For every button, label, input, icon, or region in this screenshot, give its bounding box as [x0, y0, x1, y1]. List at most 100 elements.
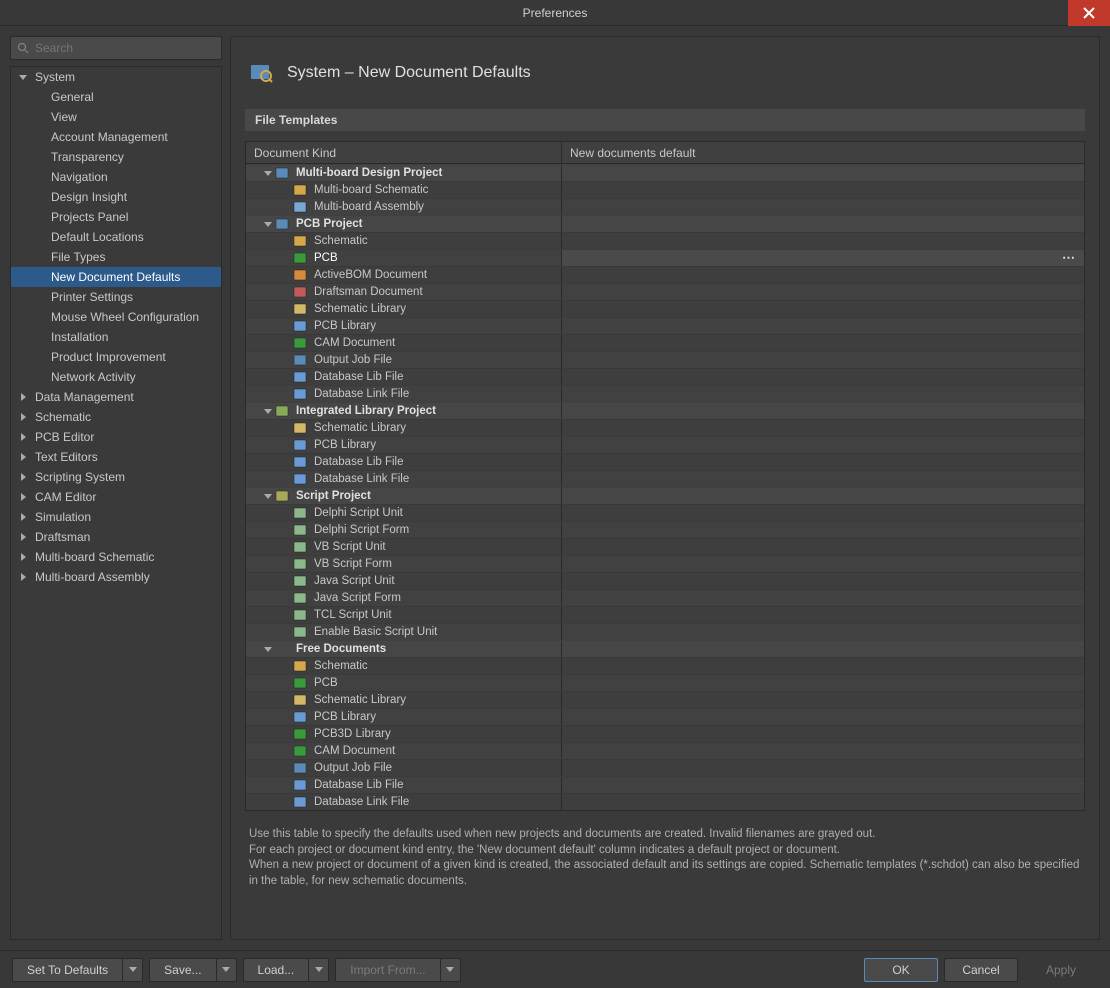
table-row[interactable]: Database Lib File	[246, 776, 1084, 793]
import-dropdown[interactable]	[441, 958, 461, 982]
save-dropdown[interactable]	[217, 958, 237, 982]
column-header-new-default[interactable]: New documents default	[562, 142, 1084, 163]
scriptform-icon	[292, 591, 308, 605]
table-row[interactable]: Database Link File	[246, 793, 1084, 810]
nav-item-multi-board-assembly[interactable]: Multi-board Assembly	[11, 567, 221, 587]
load-dropdown[interactable]	[309, 958, 329, 982]
nav-item-multi-board-schematic[interactable]: Multi-board Schematic	[11, 547, 221, 567]
table-row[interactable]: Enable Basic Script Unit	[246, 623, 1084, 640]
nav-item-general[interactable]: General	[11, 87, 221, 107]
new-default-cell[interactable]: ⋯	[562, 250, 1084, 266]
nav-item-new-document-defaults[interactable]: New Document Defaults	[11, 267, 221, 287]
nav-item-view[interactable]: View	[11, 107, 221, 127]
table-row[interactable]: TCL Script Unit	[246, 606, 1084, 623]
table-row[interactable]: VB Script Form	[246, 555, 1084, 572]
table-row[interactable]: Database Link File	[246, 470, 1084, 487]
nav-item-label: Mouse Wheel Configuration	[51, 310, 199, 324]
table-row[interactable]: Schematic Library	[246, 300, 1084, 317]
row-label: CAM Document	[314, 745, 395, 757]
table-row[interactable]: CAM Document	[246, 334, 1084, 351]
table-row[interactable]: PCB Library	[246, 436, 1084, 453]
close-icon	[1083, 7, 1095, 19]
nav-item-network-activity[interactable]: Network Activity	[11, 367, 221, 387]
close-button[interactable]	[1068, 0, 1110, 26]
nav-item-account-management[interactable]: Account Management	[11, 127, 221, 147]
search-input[interactable]	[35, 41, 215, 55]
group-row[interactable]: PCB Project	[246, 215, 1084, 232]
new-default-cell	[562, 267, 1084, 283]
table-row[interactable]: PCB Library	[246, 317, 1084, 334]
chevron-right-icon	[17, 411, 29, 423]
table-row[interactable]: Schematic	[246, 657, 1084, 674]
table-row[interactable]: Multi-board Schematic	[246, 181, 1084, 198]
nav-item-cam-editor[interactable]: CAM Editor	[11, 487, 221, 507]
nav-item-default-locations[interactable]: Default Locations	[11, 227, 221, 247]
ellipsis-button[interactable]: ⋯	[1062, 250, 1076, 266]
pcblib-icon	[292, 438, 308, 452]
nav-tree[interactable]: SystemGeneralViewAccount ManagementTrans…	[10, 66, 222, 940]
table-row[interactable]: Draftsman Document	[246, 283, 1084, 300]
table-row[interactable]: Output Job File	[246, 759, 1084, 776]
load-split: Load...	[243, 958, 330, 982]
table-row[interactable]: VB Script Unit	[246, 538, 1084, 555]
column-header-document-kind[interactable]: Document Kind	[246, 142, 562, 163]
table-row[interactable]: Database Link File	[246, 385, 1084, 402]
search-box[interactable]	[10, 36, 222, 60]
ok-button[interactable]: OK	[864, 958, 938, 982]
nav-item-scripting-system[interactable]: Scripting System	[11, 467, 221, 487]
nav-item-navigation[interactable]: Navigation	[11, 167, 221, 187]
nav-item-data-management[interactable]: Data Management	[11, 387, 221, 407]
nav-item-installation[interactable]: Installation	[11, 327, 221, 347]
nav-item-pcb-editor[interactable]: PCB Editor	[11, 427, 221, 447]
nav-item-mouse-wheel-configuration[interactable]: Mouse Wheel Configuration	[11, 307, 221, 327]
nav-item-draftsman[interactable]: Draftsman	[11, 527, 221, 547]
nav-item-product-improvement[interactable]: Product Improvement	[11, 347, 221, 367]
group-row[interactable]: Free Documents	[246, 640, 1084, 657]
chevron-down-icon	[264, 409, 272, 414]
table-row[interactable]: PCB Library	[246, 708, 1084, 725]
nav-item-system[interactable]: System	[11, 67, 221, 87]
nav-item-file-types[interactable]: File Types	[11, 247, 221, 267]
assembly-icon	[292, 200, 308, 214]
nav-item-simulation[interactable]: Simulation	[11, 507, 221, 527]
table-row[interactable]: Database Lib File	[246, 368, 1084, 385]
table-row[interactable]: PCB3D Library	[246, 725, 1084, 742]
table-row[interactable]: Schematic Library	[246, 419, 1084, 436]
row-label: Free Documents	[296, 643, 386, 655]
scriptunit-icon	[292, 506, 308, 520]
table-row[interactable]: Multi-board Assembly	[246, 198, 1084, 215]
nav-item-printer-settings[interactable]: Printer Settings	[11, 287, 221, 307]
group-row[interactable]: Script Project	[246, 487, 1084, 504]
nav-item-schematic[interactable]: Schematic	[11, 407, 221, 427]
table-row[interactable]: Schematic Library	[246, 691, 1084, 708]
table-row[interactable]: Output Job File	[246, 351, 1084, 368]
nav-item-transparency[interactable]: Transparency	[11, 147, 221, 167]
outjob-icon	[292, 353, 308, 367]
nav-item-text-editors[interactable]: Text Editors	[11, 447, 221, 467]
table-row[interactable]: Java Script Unit	[246, 572, 1084, 589]
save-button[interactable]: Save...	[149, 958, 216, 982]
new-default-cell	[562, 403, 1084, 419]
table-row[interactable]: CAM Document	[246, 742, 1084, 759]
row-label: Database Lib File	[314, 371, 404, 383]
nav-item-label: Simulation	[35, 510, 91, 524]
load-button[interactable]: Load...	[243, 958, 310, 982]
row-label: ActiveBOM Document	[314, 269, 427, 281]
nav-item-design-insight[interactable]: Design Insight	[11, 187, 221, 207]
table-row[interactable]: Delphi Script Form	[246, 521, 1084, 538]
table-row[interactable]: PCB	[246, 674, 1084, 691]
table-row[interactable]: Database Lib File	[246, 453, 1084, 470]
save-split: Save...	[149, 958, 236, 982]
group-row[interactable]: Multi-board Design Project	[246, 164, 1084, 181]
table-row[interactable]: Java Script Form	[246, 589, 1084, 606]
set-defaults-dropdown[interactable]	[123, 958, 143, 982]
set-defaults-button[interactable]: Set To Defaults	[12, 958, 123, 982]
cancel-button[interactable]: Cancel	[944, 958, 1018, 982]
nav-item-projects-panel[interactable]: Projects Panel	[11, 207, 221, 227]
group-row[interactable]: Integrated Library Project	[246, 402, 1084, 419]
new-default-cell	[562, 539, 1084, 555]
table-row[interactable]: Schematic	[246, 232, 1084, 249]
table-row[interactable]: PCB⋯	[246, 249, 1084, 266]
table-row[interactable]: Delphi Script Unit	[246, 504, 1084, 521]
table-row[interactable]: ActiveBOM Document	[246, 266, 1084, 283]
